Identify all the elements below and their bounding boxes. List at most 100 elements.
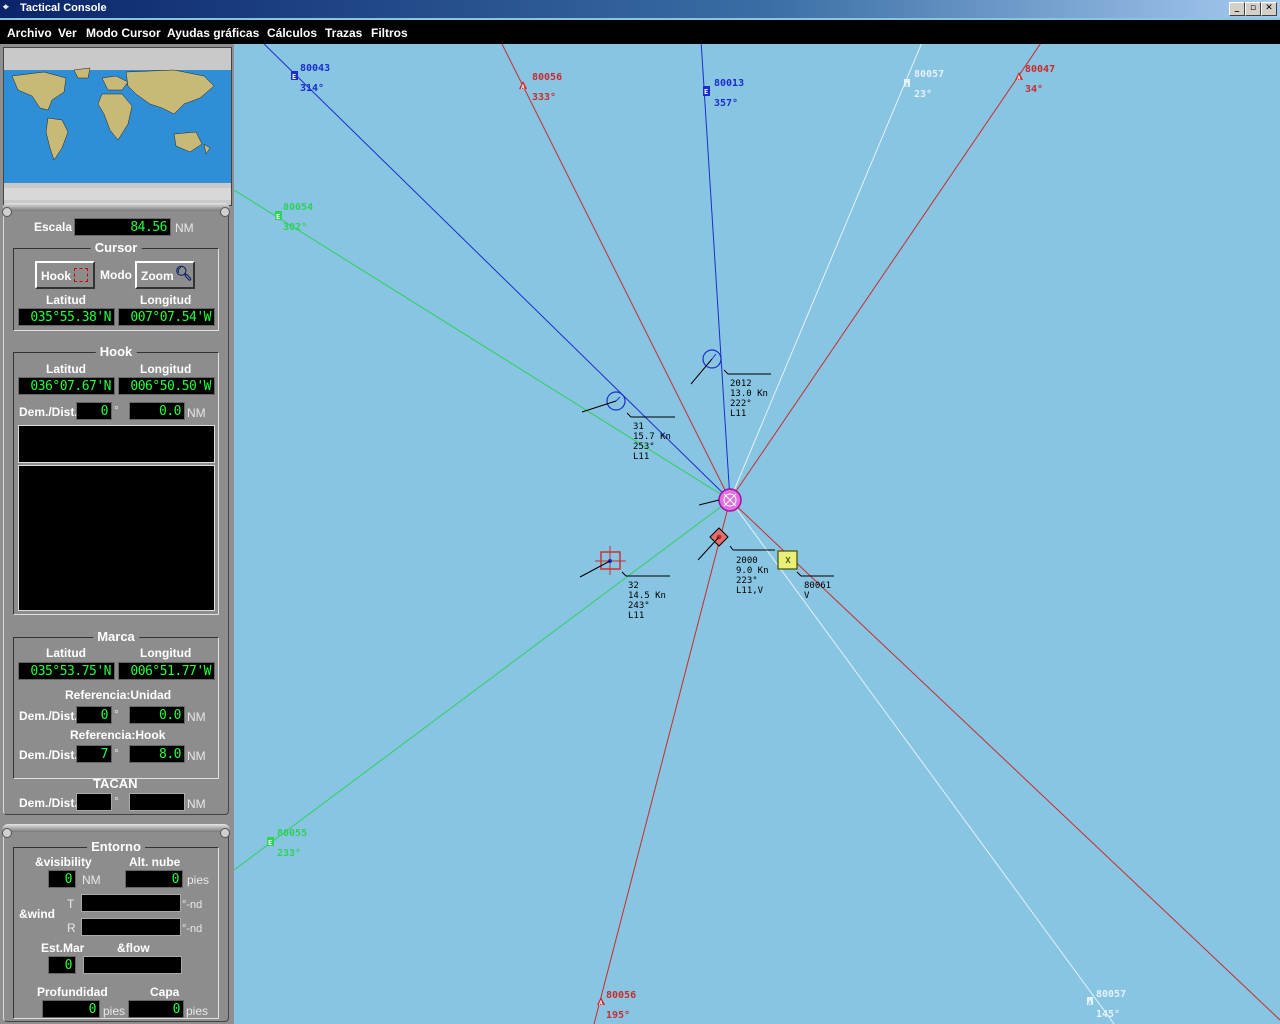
flow-label: &flow — [117, 941, 150, 955]
hook-nm-unit: NM — [187, 406, 206, 420]
minimize-button[interactable]: _ — [1229, 2, 1245, 16]
cloud-label: Alt. nube — [129, 855, 181, 869]
escala-label: Escala — [34, 220, 73, 234]
world-minimap[interactable] — [3, 47, 232, 206]
control-sidebar: Escala 84.56 NM Cursor Hook Modo Zoom 🔍︎… — [0, 44, 234, 1024]
hook-ref-dist-display: 8.0 — [129, 745, 185, 763]
svg-text:A: A — [599, 1000, 603, 1007]
svg-text:80056: 80056 — [606, 990, 636, 1001]
escala-display: 84.56 — [74, 218, 171, 236]
svg-text:145°: 145° — [1096, 1009, 1120, 1020]
svg-text:253°: 253° — [633, 442, 655, 452]
ref-unidad-label: Referencia:Unidad — [65, 688, 172, 702]
world-map-image — [4, 48, 231, 205]
svg-text:13.0 Kn: 13.0 Kn — [730, 389, 768, 399]
panel-header-bar — [2, 203, 230, 211]
tacan-dist-display — [129, 793, 185, 811]
svg-text:15.7 Kn: 15.7 Kn — [633, 432, 671, 442]
hook-dem-display: 0 — [76, 402, 112, 420]
unidad-nm-unit: NM — [187, 710, 206, 724]
sea-background[interactable] — [234, 44, 1280, 1024]
hook-longitude-display: 006°50.50'W — [118, 377, 215, 395]
svg-text:14.5 Kn: 14.5 Kn — [628, 591, 666, 601]
capa-label: Capa — [150, 985, 180, 999]
screw-icon — [2, 828, 12, 838]
svg-text:31: 31 — [633, 422, 644, 432]
menu-archivo[interactable]: Archivo — [7, 26, 52, 40]
hook-info-box — [18, 425, 215, 463]
escala-unit: NM — [175, 221, 194, 235]
menu-calculos[interactable]: Cálculos — [267, 26, 317, 40]
hook-ref-nm-unit: NM — [187, 749, 206, 763]
menu-modo-cursor[interactable]: Modo Cursor — [86, 26, 161, 40]
hook-lon-label: Longitud — [140, 362, 192, 376]
svg-text:34°: 34° — [1025, 84, 1043, 95]
ref-hook-label: Referencia:Hook — [70, 728, 166, 742]
svg-text:223°: 223° — [736, 576, 758, 586]
svg-text:E: E — [292, 73, 296, 81]
profundidad-display: 0 — [42, 1000, 100, 1018]
svg-text:L11,V: L11,V — [736, 586, 764, 596]
unidad-dist-display: 0.0 — [129, 706, 185, 724]
unidad-dem-display: 0 — [76, 706, 112, 724]
maximize-button[interactable]: ▫ — [1245, 2, 1261, 16]
svg-text:2000: 2000 — [736, 556, 758, 566]
tacan-title: TACAN — [93, 776, 138, 791]
navigation-panel: Escala 84.56 NM Cursor Hook Modo Zoom 🔍︎… — [2, 203, 230, 815]
menu-ver[interactable]: Ver — [58, 26, 77, 40]
svg-text:222°: 222° — [730, 399, 752, 409]
svg-text:195°: 195° — [606, 1010, 630, 1021]
screw-icon — [220, 207, 230, 217]
svg-text:314°: 314° — [300, 83, 324, 94]
zoom-mode-button[interactable]: Zoom 🔍︎ — [135, 261, 195, 289]
capa-unit: pies — [186, 1004, 209, 1018]
svg-text:80055: 80055 — [277, 828, 307, 839]
hook-mode-button[interactable]: Hook — [35, 261, 95, 289]
svg-text:23°: 23° — [914, 89, 932, 100]
svg-text:32: 32 — [628, 581, 639, 591]
svg-text:233°: 233° — [277, 848, 301, 859]
hook-dem-label: Dem./Dist. — [19, 405, 78, 419]
hook-lat-label: Latitud — [46, 362, 86, 376]
cursor-latitude-display: 035°55.38'N — [18, 308, 115, 326]
modo-label: Modo — [100, 268, 132, 282]
tacan-dem-label: Dem./Dist. — [19, 796, 78, 810]
svg-text:L11: L11 — [633, 452, 649, 462]
menu-filtros[interactable]: Filtros — [371, 26, 408, 40]
menu-ayudas-graficas[interactable]: Ayudas gráficas — [167, 26, 259, 40]
app-icon: ⌖ — [3, 2, 9, 13]
visibility-unit: NM — [82, 873, 101, 887]
hook-ref-deg-unit: ° — [114, 746, 119, 760]
hook-ref-dem-display: 7 — [76, 745, 112, 763]
zoom-button-label: Zoom — [141, 269, 174, 283]
svg-text:80013: 80013 — [714, 78, 744, 89]
svg-text:80056: 80056 — [532, 72, 562, 83]
estmar-display: 0 — [48, 956, 76, 974]
screw-icon — [2, 207, 12, 217]
svg-text:80057: 80057 — [914, 69, 944, 80]
marca-longitude-display: 006°51.77'W — [118, 662, 215, 680]
svg-text:80054: 80054 — [283, 202, 313, 213]
hook-deg-unit: ° — [114, 403, 119, 417]
hook-detail-box — [18, 465, 215, 611]
svg-text:E: E — [704, 88, 708, 96]
wind-label: &wind — [19, 907, 55, 921]
hook-dist-display: 0.0 — [129, 402, 185, 420]
cloud-unit: pies — [187, 873, 210, 887]
menu-trazas[interactable]: Trazas — [325, 26, 362, 40]
estmar-label: Est.Mar — [41, 941, 85, 955]
visibility-display: 0 — [48, 870, 76, 888]
profundidad-label: Profundidad — [37, 985, 108, 999]
tactical-map[interactable]: E 80043 314° A 80056 333° E 80013 357° A… — [234, 44, 1280, 1024]
svg-text:V: V — [804, 591, 810, 601]
wind-r-display — [81, 918, 181, 936]
svg-text:A: A — [1088, 1000, 1092, 1007]
visibility-label: &visibility — [35, 855, 92, 869]
flow-display — [83, 956, 182, 974]
profundidad-unit: pies — [103, 1004, 126, 1018]
close-button[interactable]: ✕ — [1261, 2, 1277, 16]
svg-text:80061: 80061 — [804, 581, 831, 591]
svg-text:E: E — [276, 213, 280, 221]
panel-header-bar — [2, 824, 230, 832]
wind-t-label: T — [67, 897, 75, 911]
